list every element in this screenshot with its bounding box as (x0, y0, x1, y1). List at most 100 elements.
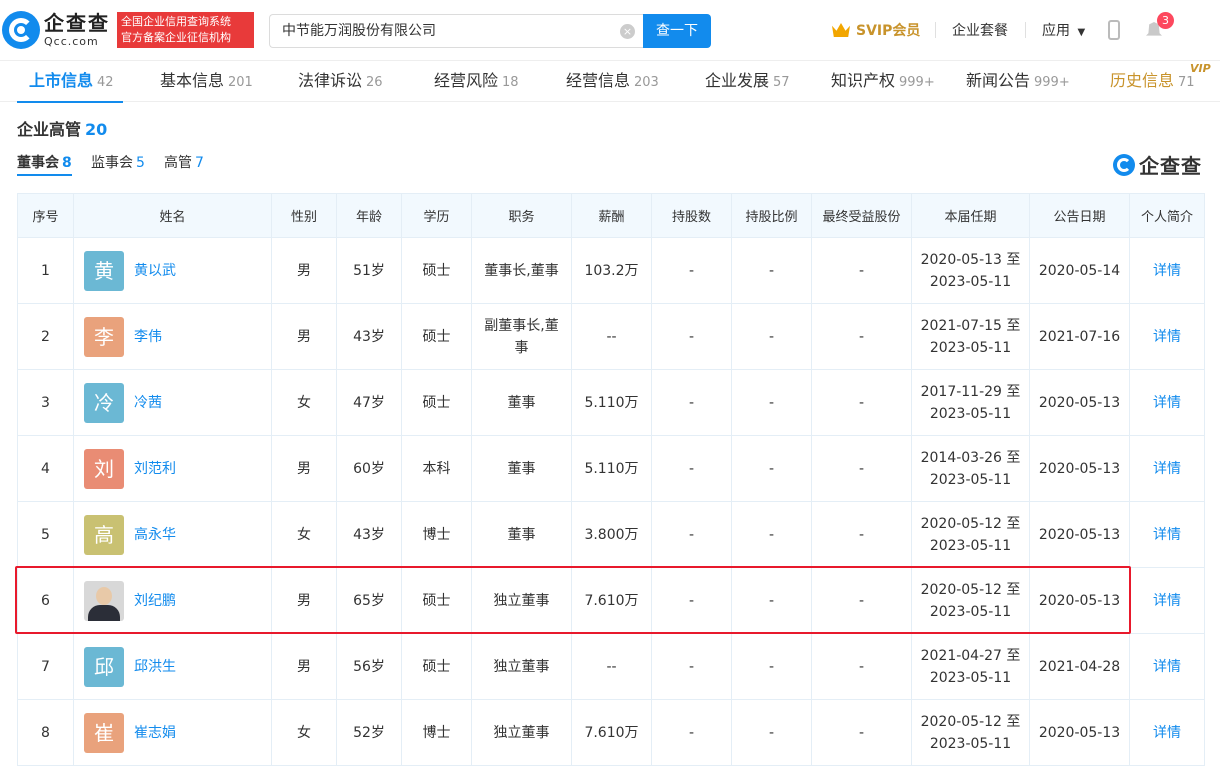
tab-development[interactable]: 企业发展 57 (705, 61, 790, 103)
clear-search-icon[interactable]: × (620, 24, 635, 39)
detail-link[interactable]: 详情 (1153, 527, 1181, 543)
cell-term: 2021-07-15 至 2023-05-11 (911, 303, 1030, 370)
cell-salary: 7.610万 (571, 699, 652, 766)
cell-shares: - (651, 699, 732, 766)
qcc-watermark-icon (1113, 153, 1135, 176)
cell-date: 2021-07-16 (1029, 303, 1130, 370)
cell-education: 硕士 (401, 303, 472, 370)
subtab-executives[interactable]: 高管 7 (164, 152, 204, 176)
cell-ratio: - (731, 435, 812, 502)
detail-link[interactable]: 详情 (1153, 725, 1181, 741)
cell-date: 2020-05-13 (1029, 501, 1130, 568)
cell-role: 董事 (471, 435, 572, 502)
cell-ratio: - (731, 633, 812, 700)
tab-news[interactable]: 新闻公告 999+ (966, 61, 1070, 103)
tab-count: 999+ (899, 75, 935, 90)
cell-date: 2021-04-28 (1029, 633, 1130, 700)
subtab-board[interactable]: 董事会 8 (17, 152, 72, 176)
detail-link[interactable]: 详情 (1153, 461, 1181, 477)
cell-shares: - (651, 237, 732, 304)
tab-label: 企业发展 (705, 71, 770, 90)
cell-education: 硕士 (401, 369, 472, 436)
cell-detail: 详情 (1129, 303, 1205, 370)
detail-link[interactable]: 详情 (1153, 263, 1181, 279)
term-start: 2020-05-12 至 (920, 515, 1021, 532)
cell-benefit: - (811, 699, 912, 766)
tab-count: 18 (502, 75, 519, 90)
tab-history[interactable]: 历史信息 71 (1110, 61, 1195, 103)
cell-education: 博士 (401, 501, 472, 568)
cell-shares: - (651, 501, 732, 568)
subtab-count: 5 (136, 155, 145, 171)
col-header: 姓名 (73, 193, 272, 238)
cell-no: 6 (17, 567, 74, 634)
cell-role: 董事 (471, 369, 572, 436)
section-title-label: 企业高管 (17, 120, 82, 139)
col-header: 年龄 (336, 193, 402, 238)
person-name-link[interactable]: 冷茜 (134, 392, 162, 414)
subtab-supervisors[interactable]: 监事会 5 (91, 152, 145, 176)
svip-link[interactable]: SVIP会员 (832, 20, 920, 40)
cell-education: 硕士 (401, 633, 472, 700)
cell-salary: 103.2万 (571, 237, 652, 304)
person-name-link[interactable]: 刘纪鹏 (134, 590, 176, 612)
term-end: 2023-05-11 (929, 339, 1012, 356)
subtab-label: 监事会 (91, 155, 133, 171)
cell-role: 独立董事 (471, 633, 572, 700)
person-name-link[interactable]: 崔志娟 (134, 722, 176, 744)
tab-label: 历史信息 (1110, 71, 1175, 90)
package-link[interactable]: 企业套餐 (952, 20, 1008, 40)
person-name-link[interactable]: 黄以武 (134, 260, 176, 282)
cell-name: 高高永华 (73, 501, 272, 568)
top-header: 企查查 Qcc.com 全国企业信用查询系统 官方备案企业征信机构 中节能万润股… (0, 0, 1220, 60)
person-name-link[interactable]: 刘范利 (134, 458, 176, 480)
term-start: 2021-04-27 至 (920, 647, 1021, 664)
apps-menu[interactable]: 应用 ▼ (1042, 20, 1085, 40)
avatar: 崔 (84, 712, 124, 753)
nav-divider (935, 22, 936, 38)
tab-label: 基本信息 (160, 71, 225, 90)
cell-benefit: - (811, 237, 912, 304)
cell-gender: 男 (271, 633, 337, 700)
term-start: 2021-07-15 至 (920, 317, 1021, 334)
person-name-link[interactable]: 邱洪生 (134, 656, 176, 678)
cell-age: 51岁 (336, 237, 402, 304)
person-name-link[interactable]: 高永华 (134, 524, 176, 546)
detail-link[interactable]: 详情 (1153, 593, 1181, 609)
cell-date: 2020-05-13 (1029, 567, 1130, 634)
qcc-logo[interactable]: 企查查 Qcc.com (2, 10, 110, 50)
tab-listing-info[interactable]: 上市信息 42 (17, 61, 123, 103)
cell-name: 邱邱洪生 (73, 633, 272, 700)
vip-tag: VIP (1190, 62, 1211, 75)
cell-detail: 详情 (1129, 435, 1205, 502)
detail-link[interactable]: 详情 (1153, 659, 1181, 675)
person-name-link[interactable]: 李伟 (134, 326, 162, 348)
avatar: 冷 (84, 382, 124, 423)
tab-ip[interactable]: 知识产权 999+ (831, 61, 935, 103)
mobile-app-icon[interactable] (1108, 20, 1120, 40)
cell-role: 独立董事 (471, 567, 572, 634)
tab-basic-info[interactable]: 基本信息 201 (160, 61, 253, 103)
search-button[interactable]: 查一下 (643, 14, 711, 48)
search-input[interactable]: 中节能万润股份有限公司 (269, 14, 644, 48)
tab-operations[interactable]: 经营信息 203 (566, 61, 659, 103)
main-tabs: 上市信息 42 基本信息 201 法律诉讼 26 经营风险 18 经营信息 203 企业发… (0, 60, 1220, 103)
tab-legal[interactable]: 法律诉讼 26 (298, 61, 383, 103)
col-header: 职务 (471, 193, 572, 238)
cell-ratio: - (731, 369, 812, 436)
col-header: 持股数 (651, 193, 732, 238)
col-header: 个人简介 (1129, 193, 1205, 238)
tab-risk[interactable]: 经营风险 18 (434, 61, 519, 103)
detail-link[interactable]: 详情 (1153, 329, 1181, 345)
detail-link[interactable]: 详情 (1153, 395, 1181, 411)
cell-benefit: - (811, 567, 912, 634)
cell-age: 60岁 (336, 435, 402, 502)
section-count: 20 (85, 120, 108, 139)
cell-name: 崔崔志娟 (73, 699, 272, 766)
tab-label: 上市信息 (29, 71, 94, 90)
cell-ratio: - (731, 501, 812, 568)
official-badge: 全国企业信用查询系统 官方备案企业征信机构 (117, 12, 254, 48)
col-header: 公告日期 (1029, 193, 1130, 238)
cell-role: 董事 (471, 501, 572, 568)
subtab-label: 董事会 (17, 155, 59, 171)
